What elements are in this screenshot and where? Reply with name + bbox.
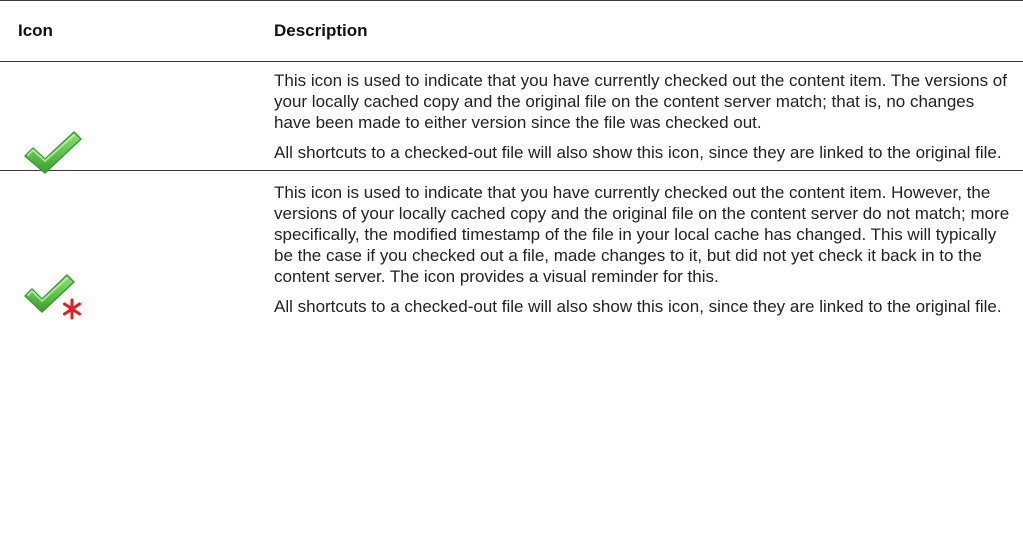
table-row: This icon is used to indicate that you h… bbox=[0, 61, 1023, 174]
description-paragraph: All shortcuts to a checked-out file will… bbox=[274, 297, 1002, 316]
header-icon: Icon bbox=[0, 0, 274, 62]
description-paragraph: This icon is used to indicate that you h… bbox=[274, 71, 1007, 132]
red-asterisk-icon bbox=[63, 298, 81, 320]
table-row: This icon is used to indicate that you h… bbox=[0, 171, 1023, 324]
icon-description-table: Icon Description This icon is used to in… bbox=[0, 0, 1023, 323]
description-paragraph: All shortcuts to a checked-out file will… bbox=[274, 143, 1002, 162]
header-description: Description bbox=[274, 0, 1023, 62]
table-header-row: Icon Description bbox=[0, 0, 1023, 62]
checkmark-modified-icon bbox=[23, 274, 83, 320]
description-paragraph: This icon is used to indicate that you h… bbox=[274, 183, 1010, 286]
description-cell: This icon is used to indicate that you h… bbox=[274, 171, 1023, 324]
description-cell: This icon is used to indicate that you h… bbox=[274, 61, 1023, 171]
icon-cell bbox=[0, 61, 274, 174]
icon-cell bbox=[0, 171, 274, 324]
checkmark-icon bbox=[23, 130, 83, 176]
